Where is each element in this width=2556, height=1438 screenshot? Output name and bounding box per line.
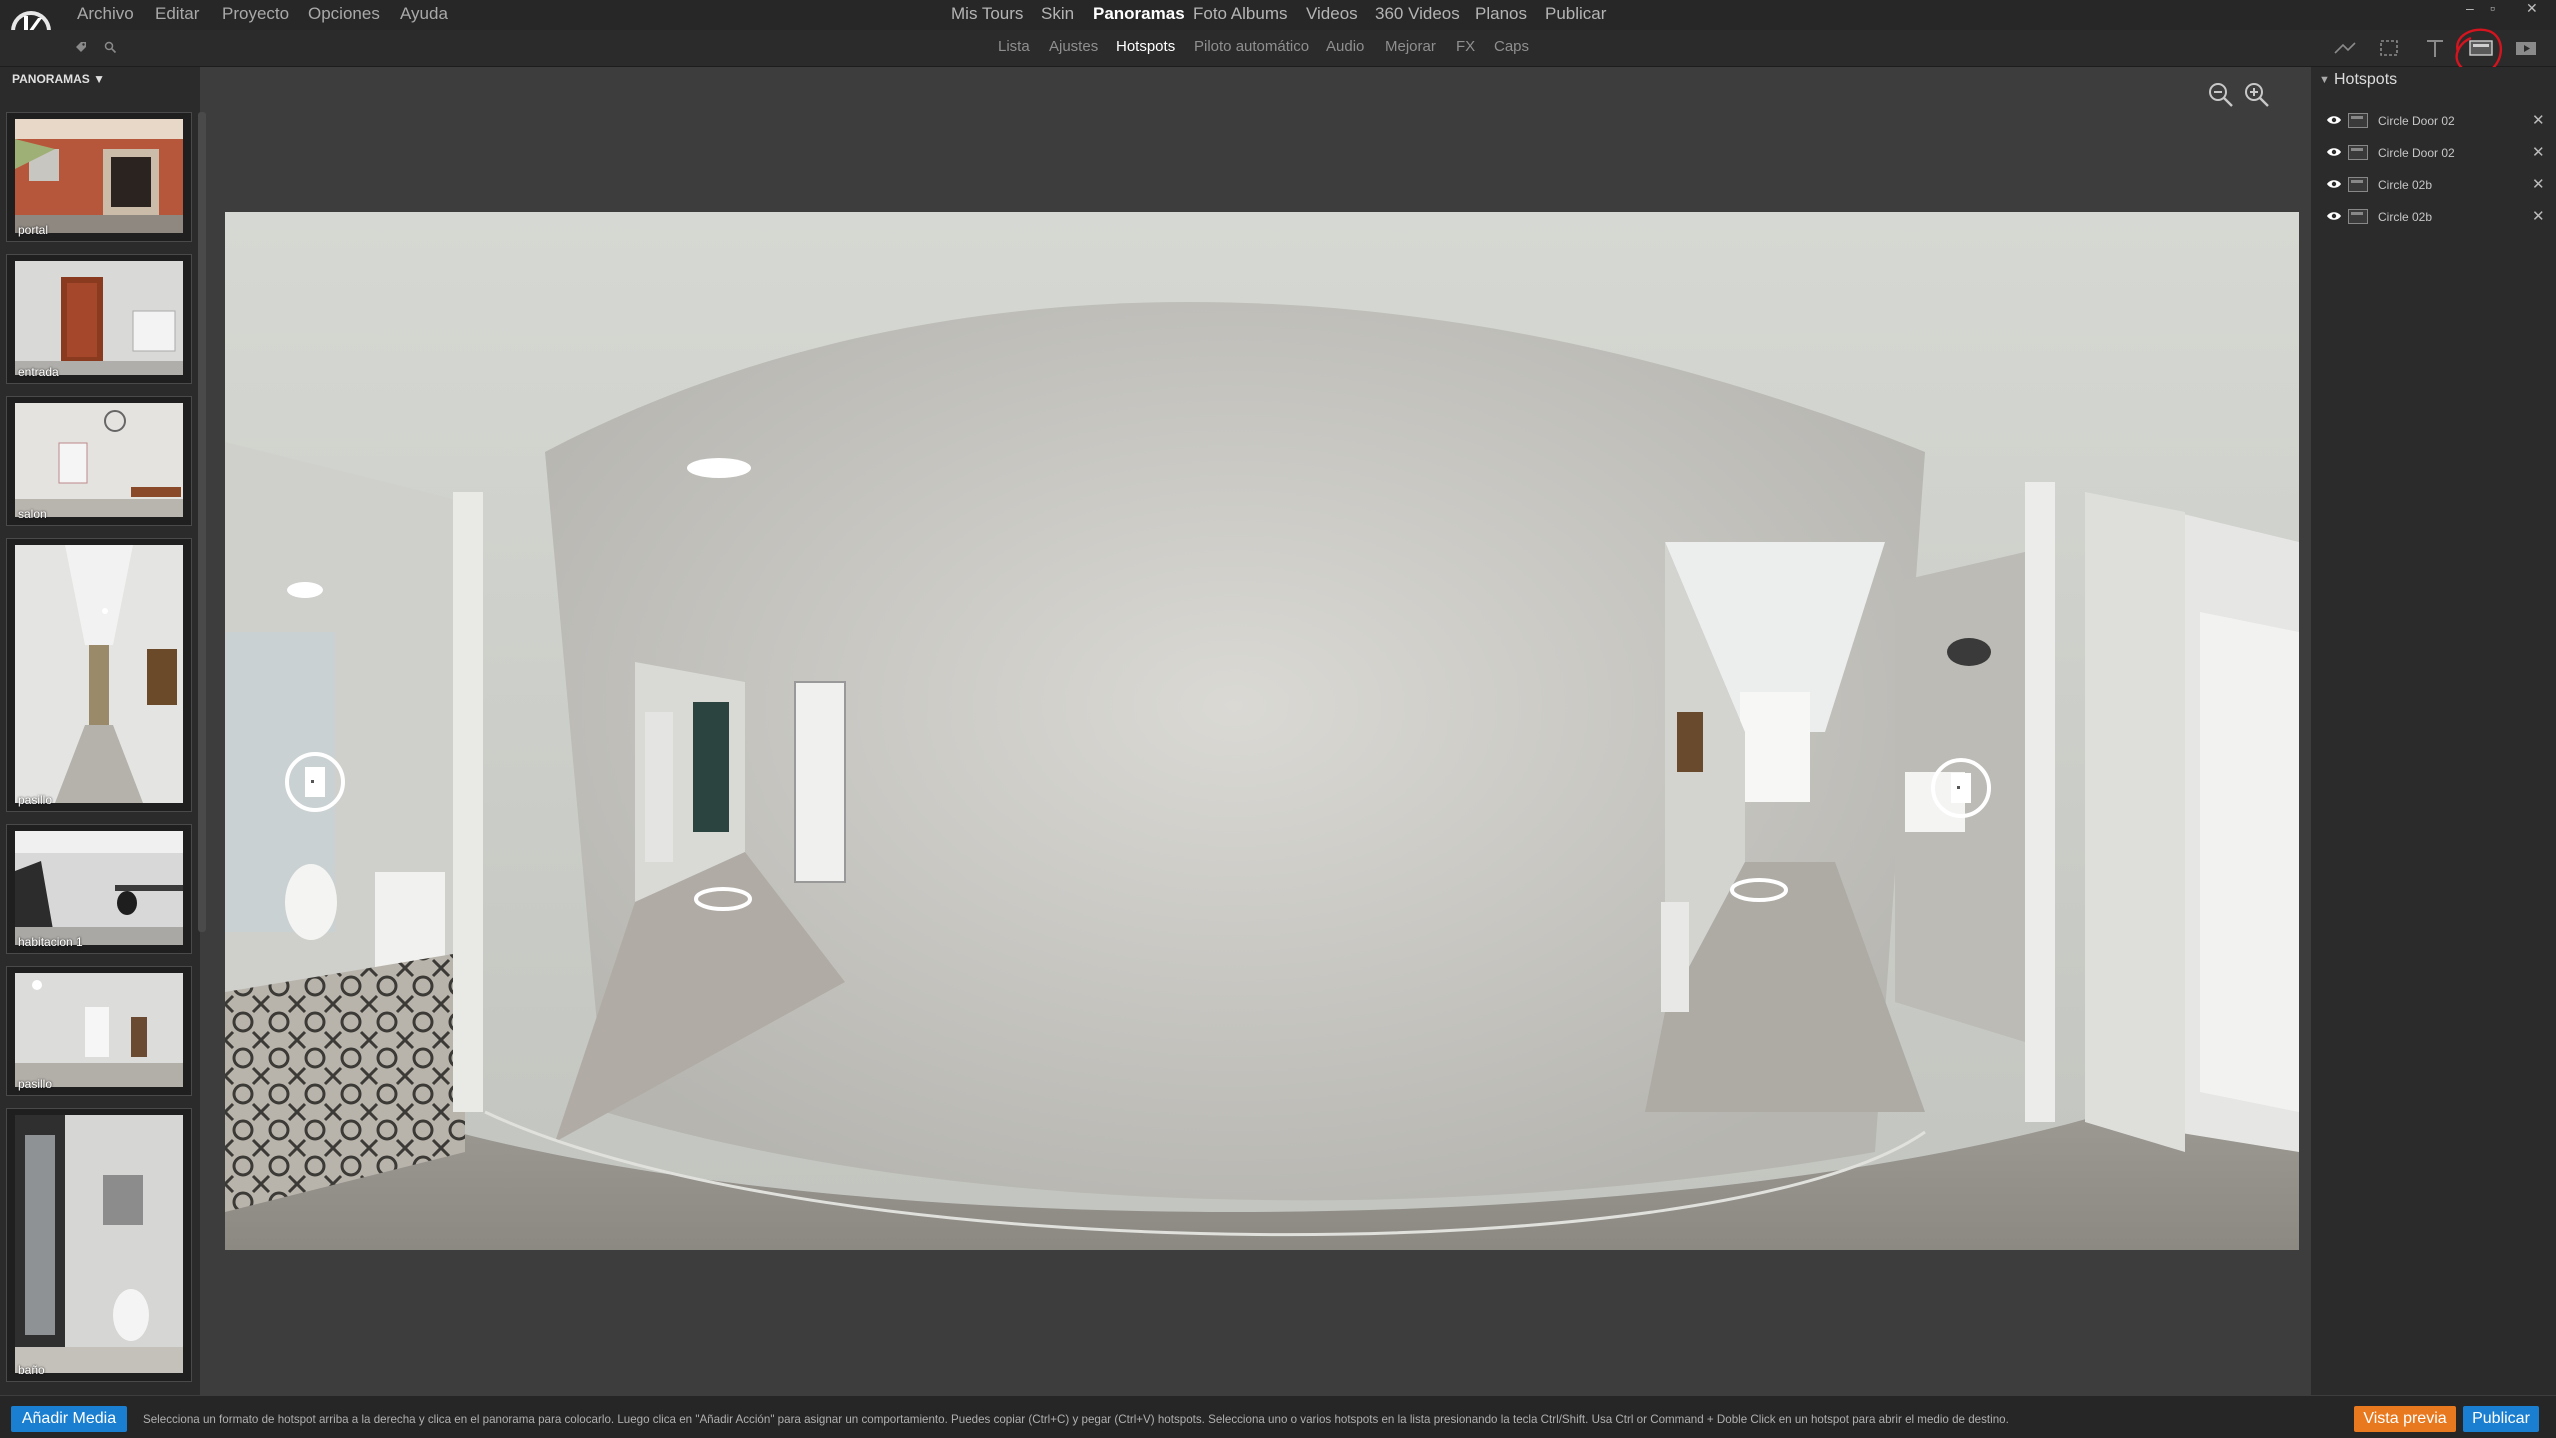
- delete-hotspot-icon[interactable]: ✕: [2532, 111, 2545, 129]
- panorama-label: salon: [18, 507, 47, 521]
- publish-button[interactable]: Publicar: [2463, 1406, 2539, 1432]
- hotspot-format-icon: [2348, 145, 2368, 160]
- panorama-label: pasillo: [18, 1077, 53, 1091]
- video-hotspot-icon[interactable]: [2512, 36, 2542, 60]
- panorama-thumb-image: [15, 545, 183, 803]
- panorama-label: portal: [18, 223, 49, 237]
- hotspot-list-item[interactable]: Circle 02b ✕: [2322, 172, 2550, 198]
- tab-hotspots[interactable]: Hotspots: [1116, 38, 1175, 55]
- visibility-eye-icon[interactable]: [2326, 114, 2342, 126]
- search-icon[interactable]: [104, 41, 117, 54]
- hotspot-list-item[interactable]: Circle Door 02 ✕: [2322, 108, 2550, 134]
- visibility-eye-icon[interactable]: [2326, 210, 2342, 222]
- hotspot-name: Circle 02b: [2378, 210, 2433, 224]
- nav-panoramas[interactable]: Panoramas: [1093, 4, 1185, 24]
- nav-videos[interactable]: Videos: [1306, 4, 1358, 24]
- nav-planos[interactable]: Planos: [1475, 4, 1527, 24]
- add-media-button[interactable]: Añadir Media: [11, 1406, 127, 1432]
- panorama-thumb-bano[interactable]: baño: [6, 1108, 192, 1382]
- panorama-label: entrada: [18, 365, 59, 379]
- hotspot-format-icon: [2348, 177, 2368, 192]
- tab-audio[interactable]: Audio: [1326, 38, 1364, 55]
- visibility-eye-icon[interactable]: [2326, 146, 2342, 158]
- tab-caps[interactable]: Caps: [1494, 38, 1529, 55]
- nav-mis-tours[interactable]: Mis Tours: [951, 4, 1023, 24]
- zoom-out-icon[interactable]: [2206, 80, 2236, 110]
- collapse-triangle-icon[interactable]: ▼: [2319, 74, 2330, 86]
- panorama-label: pasillo: [18, 793, 53, 807]
- panorama-thumb-image: [15, 119, 183, 233]
- hotspot-name: Circle 02b: [2378, 178, 2433, 192]
- panorama-thumb-salon[interactable]: salon: [6, 396, 192, 526]
- nav-360-videos[interactable]: 360 Videos: [1375, 4, 1460, 24]
- area-hotspot-icon[interactable]: [2374, 36, 2404, 60]
- panel-scrollbar[interactable]: [198, 112, 206, 932]
- close-window-button[interactable]: ✕: [2526, 0, 2538, 17]
- tab-mejorar[interactable]: Mejorar: [1385, 38, 1436, 55]
- nav-skin[interactable]: Skin: [1041, 4, 1074, 24]
- panorama-label: habitacion 1: [18, 935, 83, 949]
- hotspot-format-icon: [2348, 113, 2368, 128]
- delete-hotspot-icon[interactable]: ✕: [2532, 175, 2545, 193]
- panorama-thumb-pasillo[interactable]: pasillo: [6, 538, 192, 812]
- hotspot-name: Circle Door 02: [2378, 146, 2455, 160]
- menu-editar[interactable]: Editar: [155, 4, 199, 24]
- panorama-thumb-image: [15, 403, 183, 517]
- tab-fx[interactable]: FX: [1456, 38, 1475, 55]
- panorama-thumb-pasillo-2[interactable]: pasillo: [6, 966, 192, 1096]
- zoom-in-icon[interactable]: [2242, 80, 2272, 110]
- hotspot-name: Circle Door 02: [2378, 114, 2455, 128]
- panorama-thumb-habitacion-1[interactable]: habitacion 1: [6, 824, 192, 954]
- tab-ajustes[interactable]: Ajustes: [1049, 38, 1098, 55]
- panorama-thumb-image: [15, 831, 183, 945]
- delete-hotspot-icon[interactable]: ✕: [2532, 207, 2545, 225]
- hotspots-panel-title: Hotspots: [2334, 71, 2398, 88]
- hotspots-panel: [2311, 67, 2556, 1395]
- menu-archivo[interactable]: Archivo: [77, 4, 134, 24]
- delete-hotspot-icon[interactable]: ✕: [2532, 143, 2545, 161]
- status-hint-text: Selecciona un formato de hotspot arriba …: [143, 1413, 2009, 1426]
- panorama-thumb-portal[interactable]: portal: [6, 112, 192, 242]
- panoramas-dropdown[interactable]: PANORAMAS ▼: [12, 72, 105, 86]
- hotspot-format-icon: [2348, 209, 2368, 224]
- panorama-viewport[interactable]: [225, 212, 2299, 1250]
- minimize-button[interactable]: –: [2466, 0, 2474, 16]
- tab-piloto-automatico[interactable]: Piloto automático: [1194, 38, 1309, 55]
- panorama-thumb-image: [15, 973, 183, 1087]
- menu-proyecto[interactable]: Proyecto: [222, 4, 289, 24]
- hotspot-list-item[interactable]: Circle 02b ✕: [2322, 204, 2550, 230]
- panorama-thumb-entrada[interactable]: entrada: [6, 254, 192, 384]
- tag-icon[interactable]: [74, 40, 88, 54]
- panorama-label: baño: [18, 1363, 45, 1377]
- menu-ayuda[interactable]: Ayuda: [400, 4, 448, 24]
- restore-button[interactable]: ▫: [2490, 0, 2495, 16]
- panorama-thumb-image: [15, 1115, 183, 1373]
- hotspot-list-item[interactable]: Circle Door 02 ✕: [2322, 140, 2550, 166]
- tab-lista[interactable]: Lista: [998, 38, 1030, 55]
- visibility-eye-icon[interactable]: [2326, 178, 2342, 190]
- polygon-hotspot-icon[interactable]: [2330, 36, 2360, 60]
- panorama-thumb-image: [15, 261, 183, 375]
- nav-publicar[interactable]: Publicar: [1545, 4, 1606, 24]
- menu-opciones[interactable]: Opciones: [308, 4, 380, 24]
- nav-foto-albums[interactable]: Foto Albums: [1193, 4, 1288, 24]
- preview-button[interactable]: Vista previa: [2354, 1406, 2456, 1432]
